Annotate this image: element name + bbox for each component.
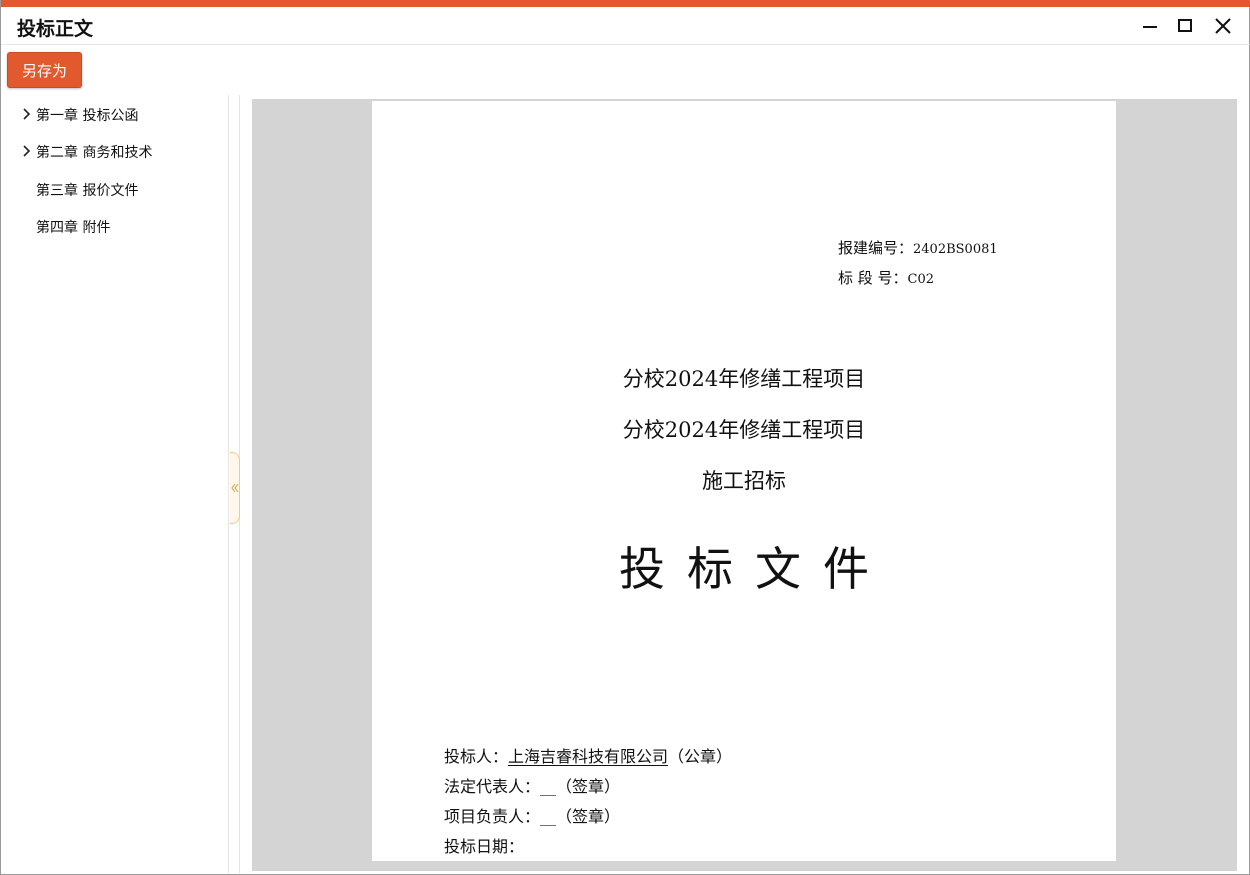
title-bar: 投标正文 — [1, 7, 1250, 45]
section-number-value: C02 — [907, 272, 935, 287]
sidebar-item-label: 第四章 附件 — [36, 220, 111, 236]
bidder-name: 上海吉睿科技有限公司 — [508, 747, 669, 766]
chapter-sidebar: 第一章 投标公函 第二章 商务和技术 第三章 报价文件 第四章 附件 — [2, 95, 228, 873]
sidebar-item-chapter-4[interactable]: 第四章 附件 — [2, 212, 228, 240]
window-title: 投标正文 — [17, 18, 94, 40]
bidder-label: 投标人： — [444, 747, 509, 766]
project-lead-label: 项目负责人： — [444, 807, 541, 826]
sidebar-item-chapter-2[interactable]: 第二章 商务和技术 — [2, 137, 228, 165]
chevron-right-icon[interactable] — [21, 144, 33, 158]
document-page: 报建编号：2402BS0081 标 段 号：C02 分校2024年修缮工程项目 … — [372, 101, 1116, 861]
bid-date-label: 投标日期： — [444, 837, 525, 856]
legal-representative-line: 法定代表人：__（签章） — [444, 773, 620, 797]
project-subtitle: 施工招标 — [702, 469, 786, 493]
project-lead-seal-note: （签章） — [556, 807, 621, 826]
save-as-button[interactable]: 另存为 — [7, 52, 82, 88]
build-number-line: 报建编号：2402BS0081 — [838, 237, 998, 258]
bidder-seal-note: （公章） — [668, 747, 733, 766]
window-accent-bar — [1, 0, 1250, 7]
project-lead-line: 项目负责人：__（签章） — [444, 803, 620, 827]
chevron-right-icon[interactable] — [21, 107, 33, 121]
document-title: 投标文件 — [619, 542, 891, 596]
sidebar-item-chapter-1[interactable]: 第一章 投标公函 — [2, 100, 228, 128]
section-number-line: 标 段 号：C02 — [838, 267, 934, 288]
document-window: 投标正文 另存为 第一章 投标公函 第二章 商务和技术 第三章 报价文件 第四章… — [0, 0, 1250, 875]
minimize-icon — [1143, 26, 1157, 28]
section-number-label: 标 段 号： — [838, 269, 908, 287]
project-name-line-2: 分校2024年修缮工程项目 — [622, 418, 866, 442]
maximize-icon — [1178, 19, 1192, 32]
legal-rep-blank: __ — [540, 777, 557, 796]
bid-date-line: 投标日期： — [444, 833, 524, 857]
document-viewer[interactable]: 报建编号：2402BS0081 标 段 号：C02 分校2024年修缮工程项目 … — [252, 99, 1237, 871]
minimize-button[interactable] — [1135, 12, 1165, 40]
close-button[interactable] — [1208, 12, 1238, 40]
build-number-label: 报建编号： — [838, 239, 914, 257]
legal-rep-seal-note: （签章） — [556, 777, 621, 796]
maximize-button[interactable] — [1170, 12, 1200, 40]
project-name-line-1: 分校2024年修缮工程项目 — [622, 367, 866, 391]
legal-rep-label: 法定代表人： — [444, 777, 541, 796]
double-chevron-left-icon — [230, 483, 238, 493]
sidebar-collapse-handle[interactable] — [230, 452, 240, 524]
sidebar-item-label: 第三章 报价文件 — [36, 183, 139, 199]
sidebar-item-chapter-3[interactable]: 第三章 报价文件 — [2, 175, 228, 203]
sidebar-item-label: 第二章 商务和技术 — [36, 145, 153, 161]
build-number-value: 2402BS0081 — [913, 242, 998, 257]
sidebar-item-label: 第一章 投标公函 — [36, 108, 139, 124]
project-lead-blank: __ — [540, 807, 557, 826]
bidder-line: 投标人：上海吉睿科技有限公司（公章） — [444, 743, 732, 767]
close-icon — [1215, 18, 1231, 34]
